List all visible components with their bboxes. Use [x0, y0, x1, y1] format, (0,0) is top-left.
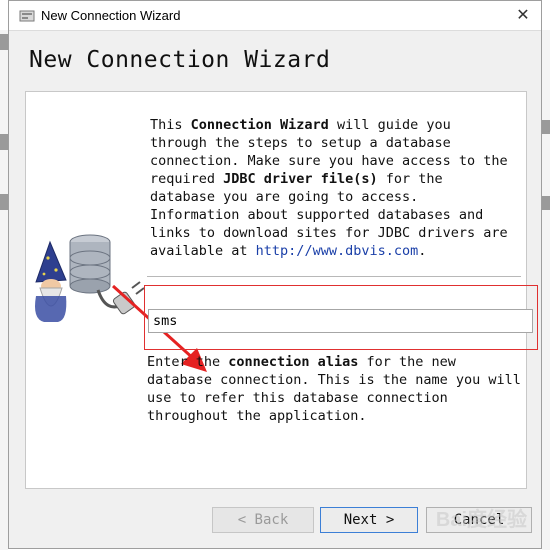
close-icon[interactable]: ✕: [516, 7, 529, 24]
background-bar: [0, 34, 8, 50]
intro-text: This Connection Wizard will guide you th…: [150, 117, 508, 259]
wizard-window: New Connection Wizard ✕ New Connection W…: [8, 0, 542, 549]
back-button[interactable]: < Back: [212, 507, 314, 533]
separator: [147, 276, 521, 277]
connection-alias-input[interactable]: [148, 309, 533, 333]
background-bar: [0, 134, 8, 150]
background-app-left: [0, 30, 8, 550]
page-title: New Connection Wizard: [29, 47, 331, 73]
title-bar: New Connection Wizard ✕: [9, 1, 541, 31]
background-app-right: [542, 30, 550, 550]
next-button[interactable]: Next >: [320, 507, 418, 533]
alias-description: Enter the connection alias for the new d…: [147, 354, 521, 424]
cancel-button[interactable]: Cancel: [426, 507, 532, 533]
wizard-database-icon: [35, 234, 145, 322]
background-bar: [0, 194, 8, 210]
wizard-content-panel: This Connection Wizard will guide you th…: [25, 91, 538, 489]
background-bar: [542, 196, 550, 210]
close-button[interactable]: ✕: [505, 1, 541, 30]
app-icon: [19, 10, 35, 22]
window-title: New Connection Wizard: [41, 8, 181, 23]
dbvis-link[interactable]: http://www.dbvis.com: [256, 243, 419, 259]
background-bar: [542, 120, 550, 134]
